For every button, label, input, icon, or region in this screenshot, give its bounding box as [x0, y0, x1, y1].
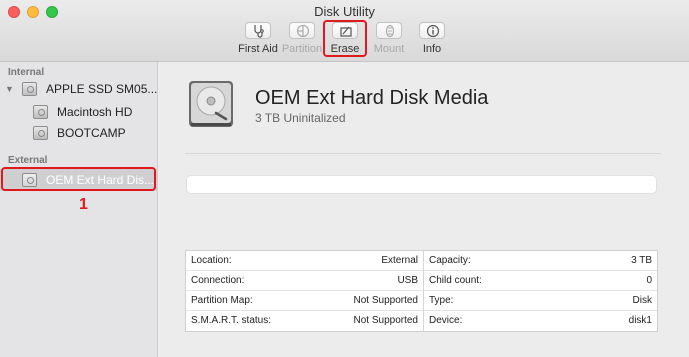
- info-row: Connection: USB: [186, 271, 423, 291]
- sidebar-item-macintosh-hd[interactable]: Macintosh HD: [0, 102, 158, 122]
- volume-icon: [33, 126, 48, 140]
- info-value: 3 TB: [631, 255, 652, 266]
- sidebar-item-bootcamp[interactable]: BOOTCAMP: [0, 123, 158, 143]
- window-title: Disk Utility: [314, 4, 375, 19]
- internal-section-header: Internal: [8, 67, 45, 78]
- info-row: Type: Disk: [424, 291, 657, 311]
- info-value: Disk: [632, 295, 652, 306]
- mount-icon: [376, 22, 402, 39]
- info-row: Device: disk1: [424, 311, 657, 331]
- info-key: Location:: [191, 255, 232, 266]
- stethoscope-icon: [245, 22, 271, 39]
- disk-utility-window: Disk Utility First Aid Partition Erase M…: [0, 0, 689, 357]
- sidebar-item-apple-ssd[interactable]: ▼ APPLE SSD SM05...: [0, 79, 158, 99]
- info-key: Connection:: [191, 275, 245, 286]
- info-icon: [419, 22, 445, 39]
- info-value: USB: [397, 275, 418, 286]
- callout-1: 1: [79, 196, 88, 213]
- info-key: Type:: [429, 295, 454, 306]
- sidebar-item-label: BOOTCAMP: [57, 126, 126, 140]
- main-pane: OEM Ext Hard Disk Media 3 TB Uninitalize…: [159, 62, 689, 357]
- disk-name: OEM Ext Hard Disk Media: [255, 87, 489, 109]
- info-label: Info: [422, 43, 442, 55]
- info-row: Child count: 0: [424, 271, 657, 291]
- info-row: Capacity: 3 TB: [424, 251, 657, 271]
- info-row: Location: External: [186, 251, 423, 271]
- info-value: 0: [646, 275, 652, 286]
- sidebar-selection-highlight-box: [1, 167, 156, 191]
- hard-disk-icon: [189, 81, 233, 127]
- info-value: Not Supported: [353, 295, 419, 306]
- internal-disk-icon: [22, 82, 37, 96]
- info-value: Not Supported: [353, 315, 419, 326]
- disclosure-triangle-icon[interactable]: ▼: [5, 84, 14, 94]
- info-key: S.M.A.R.T. status:: [191, 315, 272, 326]
- disk-usage-bar: [186, 175, 657, 194]
- info-key: Device:: [429, 315, 463, 326]
- info-row: S.M.A.R.T. status: Not Supported: [186, 311, 423, 331]
- sidebar-item-label: Macintosh HD: [57, 105, 133, 119]
- info-value: disk1: [628, 315, 652, 326]
- info-column-left: Location: External Connection: USB Parti…: [186, 251, 424, 331]
- info-button[interactable]: Info: [406, 22, 458, 58]
- info-key: Child count:: [429, 275, 482, 286]
- info-column-right: Capacity: 3 TB Child count: 0 Type: Disk…: [424, 251, 657, 331]
- volume-icon: [33, 105, 48, 119]
- divider: [185, 153, 661, 154]
- erase-highlight-box: [323, 20, 367, 57]
- info-key: Capacity:: [429, 255, 471, 266]
- partition-icon: [289, 22, 315, 39]
- info-key: Partition Map:: [191, 295, 253, 306]
- disk-subtitle: 3 TB Uninitalized: [255, 111, 346, 125]
- disk-info-table: Location: External Connection: USB Parti…: [185, 250, 658, 332]
- info-row: Partition Map: Not Supported: [186, 291, 423, 311]
- external-section-header: External: [8, 155, 48, 166]
- sidebar-item-label: APPLE SSD SM05...: [46, 82, 158, 96]
- info-value: External: [381, 255, 418, 266]
